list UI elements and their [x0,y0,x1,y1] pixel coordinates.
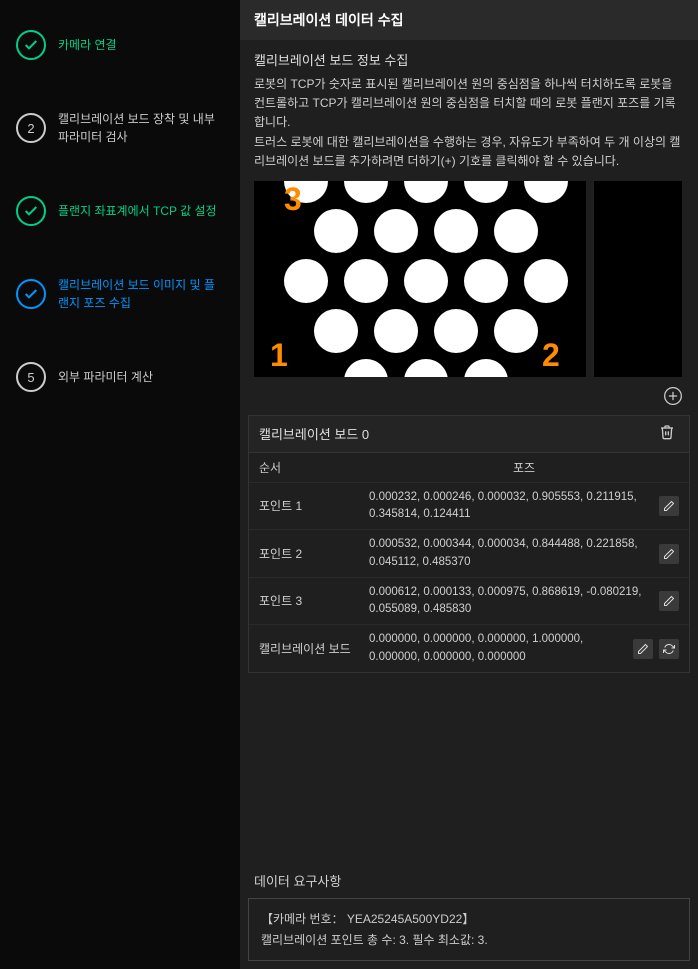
step-item-2[interactable]: 2 캘리브레이션 보드 장착 및 내부 파라미터 검사 [10,100,230,156]
requirements-body: 【카메라 번호： YEA25245A500YD22】 캘리브레이션 포인트 총 … [248,898,690,961]
plus-circle-icon [663,386,683,406]
check-icon [23,286,39,302]
check-icon [23,37,39,53]
edit-button[interactable] [659,496,679,516]
pencil-icon [663,500,675,512]
row-pose: 0.000532, 0.000344, 0.000034, 0.844488, … [369,536,659,571]
table-row: 캘리브레이션 보드 0.000000, 0.000000, 0.000000, … [249,624,689,672]
table-row: 포인트 1 0.000232, 0.000246, 0.000032, 0.90… [249,482,689,530]
section-title: 캘리브레이션 보드 정보 수집 [240,40,698,75]
pencil-icon [663,548,675,560]
row-label: 캘리브레이션 보드 [259,640,369,658]
table-row: 포인트 3 0.000612, 0.000133, 0.000975, 0.86… [249,577,689,625]
col-header-pose: 포즈 [369,459,679,476]
requirements-line: 【카메라 번호： YEA25245A500YD22】 [261,909,677,929]
add-board-row [240,377,698,415]
edit-button[interactable] [659,544,679,564]
row-label: 포인트 2 [259,545,369,563]
board-panel-header: 캘리브레이션 보드 0 [249,416,689,452]
instructions: 로봇의 TCP가 숫자로 표시된 캘리브레이션 원의 중심점을 하나씩 터치하도… [240,75,698,181]
page-title: 캘리브레이션 데이터 수집 [240,0,698,40]
step-number: 2 [16,113,46,143]
pencil-icon [637,643,649,655]
col-header-order: 순서 [259,459,369,476]
table-header: 순서 포즈 [249,452,689,482]
check-icon [23,203,39,219]
requirements-title: 데이터 요구사항 [248,863,690,898]
board-image-wrap: 3 1 2 [240,181,698,377]
requirements-panel: 데이터 요구사항 【카메라 번호： YEA25245A500YD22】 캘리브레… [248,863,690,961]
row-pose: 0.000232, 0.000246, 0.000032, 0.905553, … [369,489,659,524]
step-item-3[interactable]: 플랜지 좌표계에서 TCP 값 설정 [10,186,230,236]
step-number: 5 [16,362,46,392]
edit-button[interactable] [633,639,653,659]
board-panel: 캘리브레이션 보드 0 순서 포즈 포인트 1 0.000232, 0.0002… [248,415,690,673]
calibration-board-image[interactable]: 3 1 2 [254,181,586,377]
step-label: 플랜지 좌표계에서 TCP 값 설정 [58,202,224,220]
requirements-line: 캘리브레이션 포인트 총 수: 3. 필수 최소값: 3. [261,930,677,950]
pencil-icon [663,595,675,607]
row-label: 포인트 1 [259,497,369,515]
secondary-board-image[interactable] [594,181,682,377]
row-label: 포인트 3 [259,592,369,610]
row-pose: 0.000612, 0.000133, 0.000975, 0.868619, … [369,584,659,619]
step-item-5[interactable]: 5 외부 파라미터 계산 [10,352,230,402]
refresh-button[interactable] [659,639,679,659]
step-status-done [16,30,46,60]
edit-button[interactable] [659,591,679,611]
board-marker-1: 1 [270,337,288,374]
step-label: 외부 파라미터 계산 [58,368,224,386]
content: 캘리브레이션 보드 정보 수집 로봇의 TCP가 숫자로 표시된 캘리브레이션 … [240,40,698,969]
board-panel-title: 캘리브레이션 보드 0 [259,424,369,443]
step-item-1[interactable]: 카메라 연결 [10,20,230,70]
step-status-active [16,279,46,309]
step-label: 캘리브레이션 보드 장착 및 내부 파라미터 검사 [58,110,224,146]
board-marker-3: 3 [284,181,302,218]
step-status-done [16,196,46,226]
main-panel: 캘리브레이션 데이터 수집 캘리브레이션 보드 정보 수집 로봇의 TCP가 숫… [240,0,698,969]
step-item-4[interactable]: 캘리브레이션 보드 이미지 및 플랜지 포즈 수집 [10,266,230,322]
trash-icon [659,424,675,440]
step-label: 캘리브레이션 보드 이미지 및 플랜지 포즈 수집 [58,276,224,312]
add-board-button[interactable] [662,385,684,407]
instruction-line: 로봇의 TCP가 숫자로 표시된 캘리브레이션 원의 중심점을 하나씩 터치하도… [254,77,676,129]
board-marker-2: 2 [542,337,560,374]
step-label: 카메라 연결 [58,36,224,54]
instruction-line: 트러스 로봇에 대한 캘리브레이션을 수행하는 경우, 자유도가 부족하여 두 … [254,135,680,168]
table-row: 포인트 2 0.000532, 0.000344, 0.000034, 0.84… [249,529,689,577]
delete-board-button[interactable] [659,424,679,444]
refresh-icon [663,643,675,655]
row-pose: 0.000000, 0.000000, 0.000000, 1.000000, … [369,631,633,666]
sidebar: 카메라 연결 2 캘리브레이션 보드 장착 및 내부 파라미터 검사 플랜지 좌… [0,0,240,969]
